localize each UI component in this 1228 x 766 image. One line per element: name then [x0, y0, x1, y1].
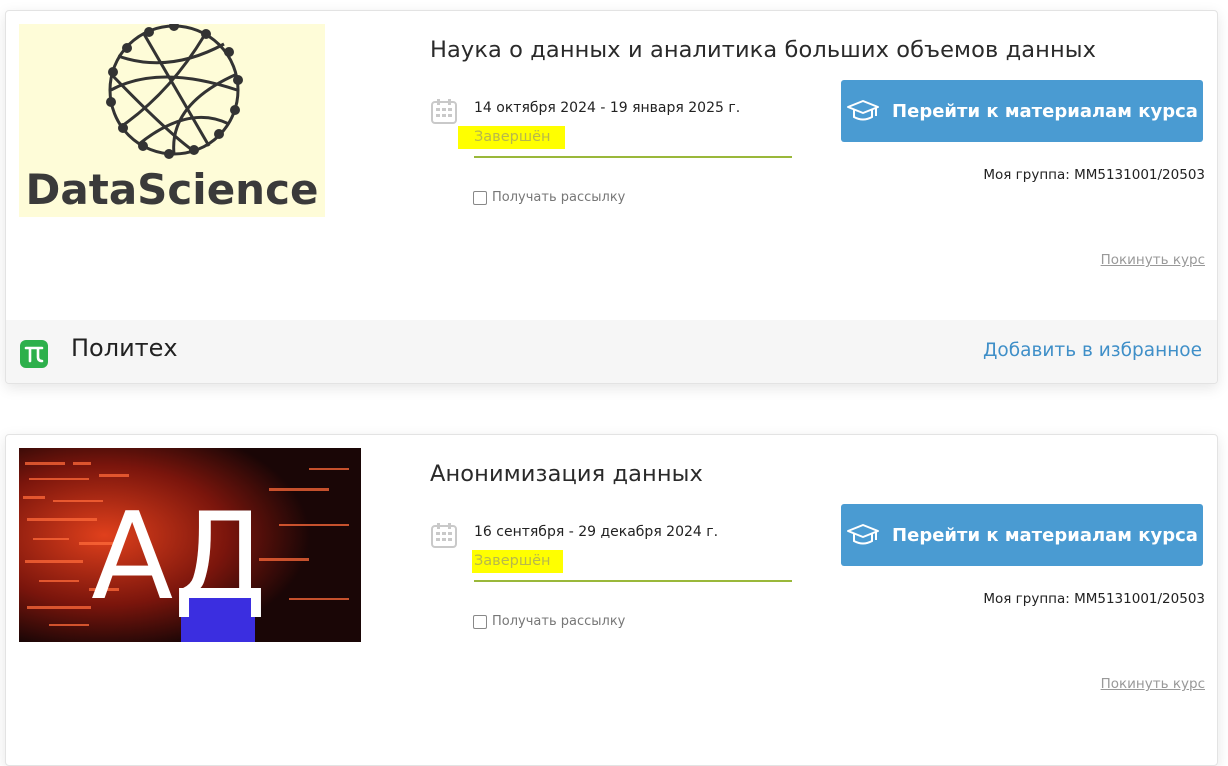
leave-course-link[interactable]: Покинуть курс	[1101, 252, 1205, 268]
group-info: Моя группа: ММ5131001/20503	[983, 167, 1205, 183]
polytech-logo-icon	[20, 340, 48, 368]
course-title[interactable]: Анонимизация данных	[430, 461, 703, 487]
code-background-image: АД	[19, 448, 361, 642]
subscribe-label: Получать рассылку	[492, 614, 626, 629]
status-badge: Завершён	[458, 126, 565, 149]
leave-course-link[interactable]: Покинуть курс	[1101, 676, 1205, 692]
course-dates: 16 сентября - 29 декабря 2024 г.	[474, 524, 719, 540]
subscribe-checkbox[interactable]: Получать рассылку	[473, 190, 625, 205]
calendar-icon	[431, 99, 457, 124]
course-card: DataScience Наука о данных и аналитика б…	[5, 10, 1218, 384]
group-info: Моя группа: ММ5131001/20503	[983, 591, 1205, 607]
course-image[interactable]: DataScience	[19, 24, 325, 217]
button-label: Перейти к материалам курса	[892, 524, 1198, 546]
image-caption: DataScience	[26, 165, 319, 214]
image-caption: АД	[91, 488, 267, 627]
calendar-icon	[431, 523, 457, 548]
go-to-materials-button[interactable]: Перейти к материалам курса	[841, 80, 1203, 142]
status-underline	[474, 156, 792, 158]
add-to-favorites-link[interactable]: Добавить в избранное	[983, 340, 1202, 361]
checkbox-box[interactable]	[473, 614, 487, 629]
status-badge: Завершён	[472, 550, 563, 573]
course-title[interactable]: Наука о данных и аналитика больших объем…	[430, 37, 1096, 63]
course-image[interactable]: АД	[19, 448, 361, 642]
checkbox-box[interactable]	[473, 190, 487, 205]
course-card: АД Анонимизация данных 16 сентября - 29 …	[5, 434, 1218, 766]
card-footer: Политех Добавить в избранное	[6, 320, 1217, 383]
graduation-cap-icon	[847, 100, 880, 121]
provider-name[interactable]: Политех	[71, 334, 178, 362]
button-label: Перейти к материалам курса	[892, 100, 1198, 122]
graduation-cap-icon	[847, 524, 880, 545]
course-dates: 14 октября 2024 - 19 января 2025 г.	[474, 100, 741, 116]
network-circle-icon: DataScience	[26, 24, 319, 214]
subscribe-checkbox[interactable]: Получать рассылку	[473, 614, 625, 629]
status-underline	[474, 580, 792, 582]
subscribe-label: Получать рассылку	[492, 190, 626, 205]
go-to-materials-button[interactable]: Перейти к материалам курса	[841, 504, 1203, 566]
